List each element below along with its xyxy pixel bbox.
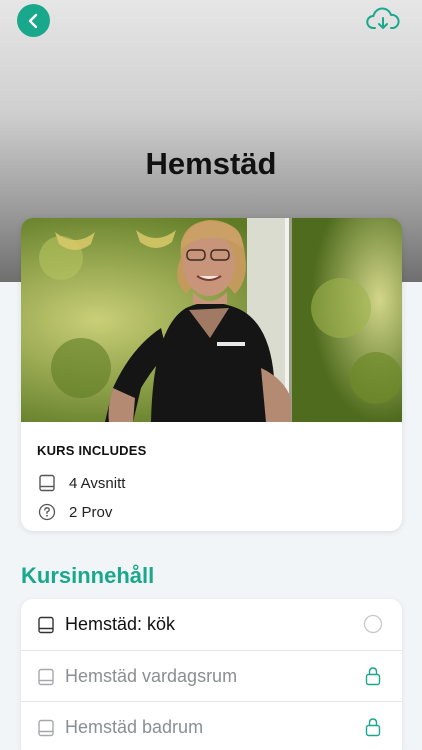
- list-item-label: Hemstäd: kök: [65, 614, 176, 634]
- includes-row-episodes: 4 Avsnitt: [37, 472, 125, 494]
- book-icon: [36, 615, 56, 635]
- includes-label: 2 Prov: [69, 503, 113, 521]
- book-icon: [36, 667, 56, 687]
- list-item-label: Hemstäd badrum: [65, 717, 204, 737]
- includes-label: 4 Avsnitt: [69, 474, 126, 492]
- section-title: Kursinnehåll: [21, 563, 155, 588]
- course-content-list: Hemstäd: kök Hemstäd vardagsrum Hemstäd …: [21, 599, 402, 750]
- download-button[interactable]: [366, 6, 400, 34]
- empty-circle-icon: [363, 614, 383, 634]
- lock-icon: [363, 666, 383, 686]
- book-icon: [36, 718, 56, 738]
- woman-portrait-photo: [21, 218, 402, 422]
- page-title: Hemstäd: [145, 146, 277, 181]
- question-circle-icon: [37, 502, 57, 522]
- list-item-label: Hemstäd vardagsrum: [65, 666, 238, 686]
- includes-title: KURS INCLUDES: [37, 443, 147, 458]
- course-card: KURS INCLUDES 4 Avsnitt 2 Prov: [21, 218, 402, 531]
- book-icon: [37, 473, 57, 493]
- list-item-badrum[interactable]: Hemstäd badrum: [21, 702, 402, 750]
- lock-icon: [363, 717, 383, 737]
- list-item-vardagsrum[interactable]: Hemstäd vardagsrum: [21, 651, 402, 702]
- list-item-kok[interactable]: Hemstäd: kök: [21, 599, 402, 650]
- includes-row-tests: 2 Prov: [37, 501, 112, 523]
- cloud-download-icon: [366, 7, 400, 29]
- back-button[interactable]: [17, 4, 50, 37]
- course-image: [21, 218, 402, 422]
- chevron-left-icon: [28, 13, 37, 28]
